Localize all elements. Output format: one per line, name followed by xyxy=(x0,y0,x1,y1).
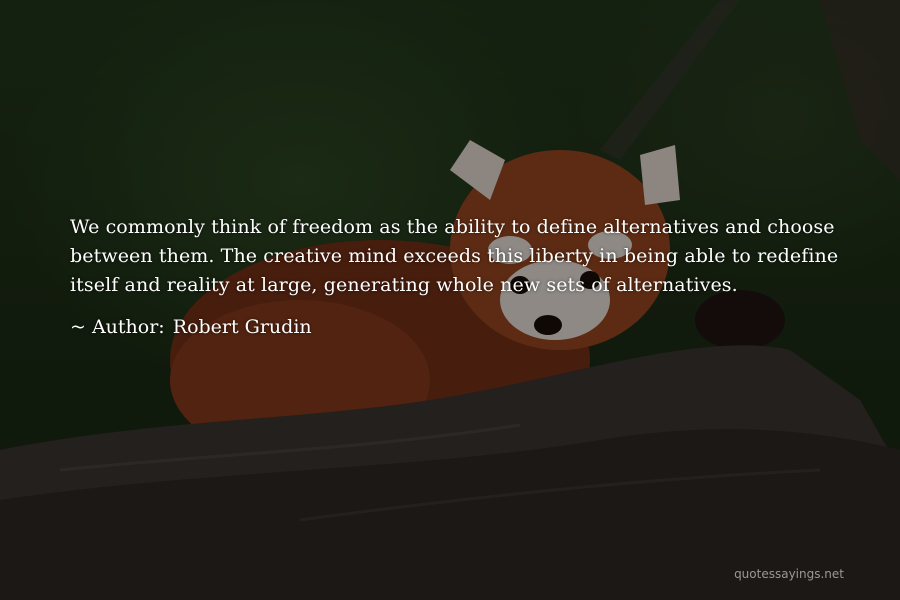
dark-overlay xyxy=(0,0,900,600)
watermark: quotessayings.net xyxy=(734,567,844,581)
author-prefix: ~ Author: xyxy=(70,316,165,338)
author-name[interactable]: Robert Grudin xyxy=(173,316,312,338)
background-photo xyxy=(0,0,900,600)
author-line: ~ Author: Robert Grudin xyxy=(70,313,312,342)
quote-text: We commonly think of freedom as the abil… xyxy=(70,216,839,296)
